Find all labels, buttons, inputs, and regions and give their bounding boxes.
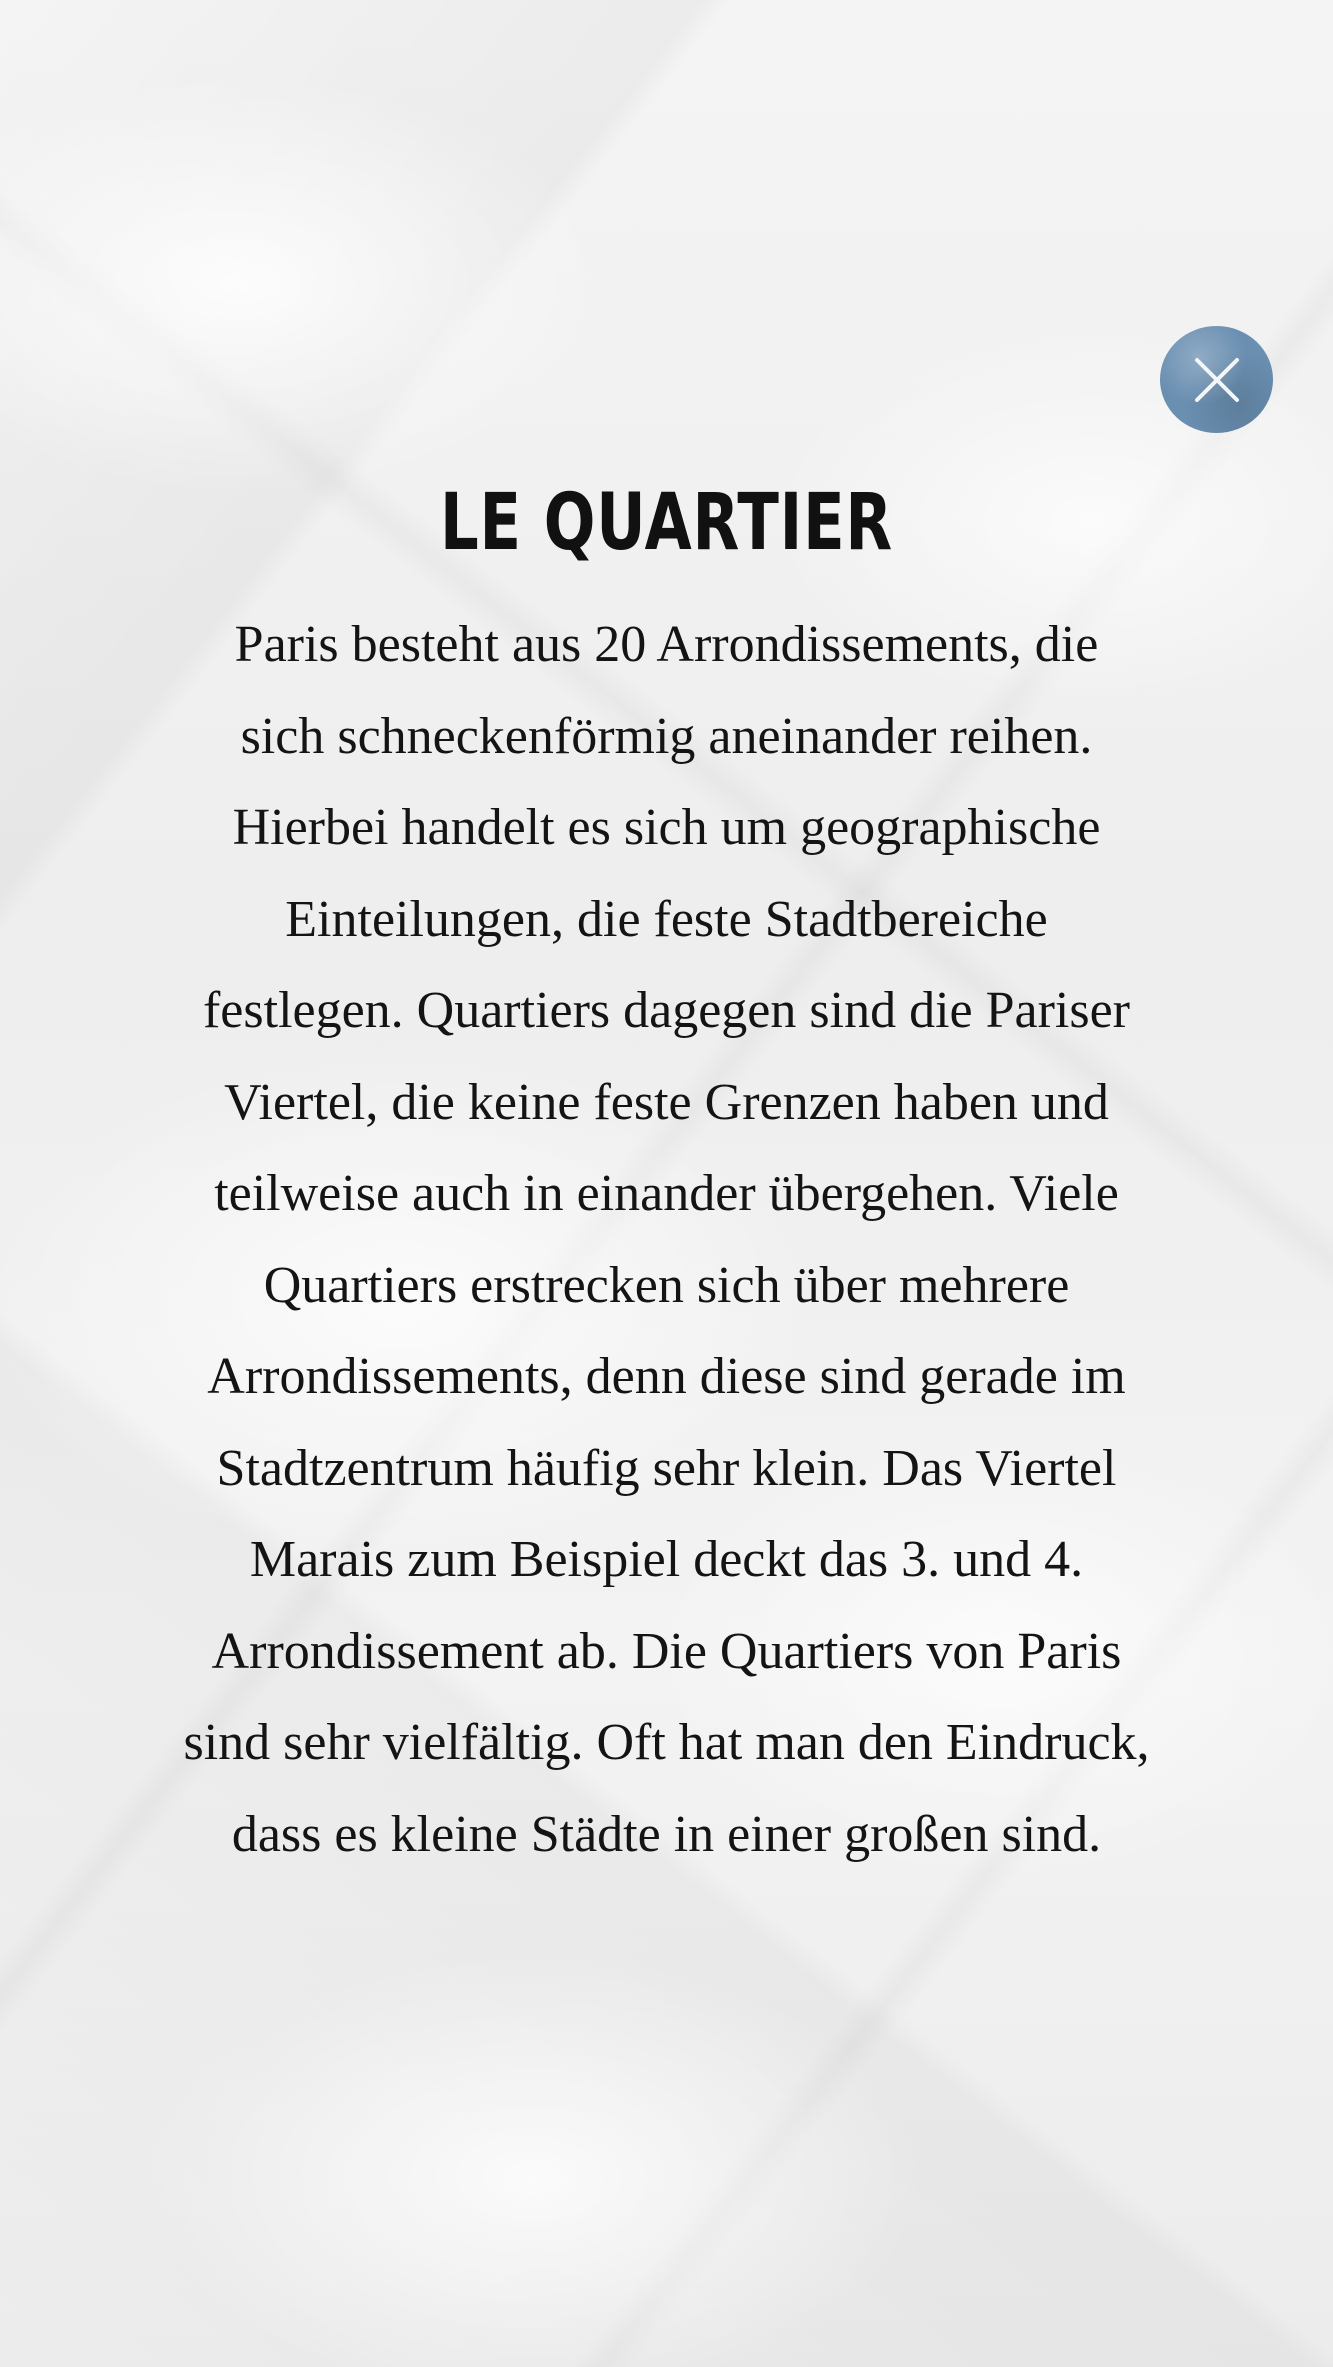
body-line: Marais zum Beispiel deckt das 3. und 4. — [249, 1531, 1084, 1588]
body-line: teilweise auch in einander übergehen. Vi… — [214, 1165, 1119, 1222]
body-line: sich schneckenförmig aneinander reihen. — [240, 707, 1093, 765]
close-button[interactable] — [1160, 326, 1273, 433]
body-line: Quartiers erstrecken sich über mehrere — [263, 1256, 1070, 1314]
body-line: Arrondissements, denn diese sind gerade … — [207, 1348, 1126, 1405]
close-icon — [1195, 358, 1239, 402]
body-line: Arrondissement ab. Die Quartiers von Par… — [211, 1622, 1122, 1680]
body-line: Einteilungen, die feste Stadtbereiche — [285, 890, 1048, 948]
body-text: Paris besteht aus 20 Arrondissements, di… — [0, 612, 1333, 1893]
body-line: Viertel, die keine feste Grenzen haben u… — [224, 1073, 1109, 1131]
page-title: LE QUARTIER — [439, 478, 894, 568]
body-line: dass es kleine Städte in einer großen si… — [231, 1805, 1102, 1863]
body-line: Paris besteht aus 20 Arrondissements, di… — [234, 616, 1099, 673]
body-line: Hierbei handelt es sich um geographische — [232, 799, 1101, 856]
body-line: Stadtzentrum häufig sehr klein. Das Vier… — [216, 1439, 1117, 1497]
body-line: festlegen. Quartiers dagegen sind die Pa… — [202, 982, 1130, 1039]
body-line: sind sehr vielfältig. Oft hat man den Ei… — [183, 1714, 1150, 1771]
